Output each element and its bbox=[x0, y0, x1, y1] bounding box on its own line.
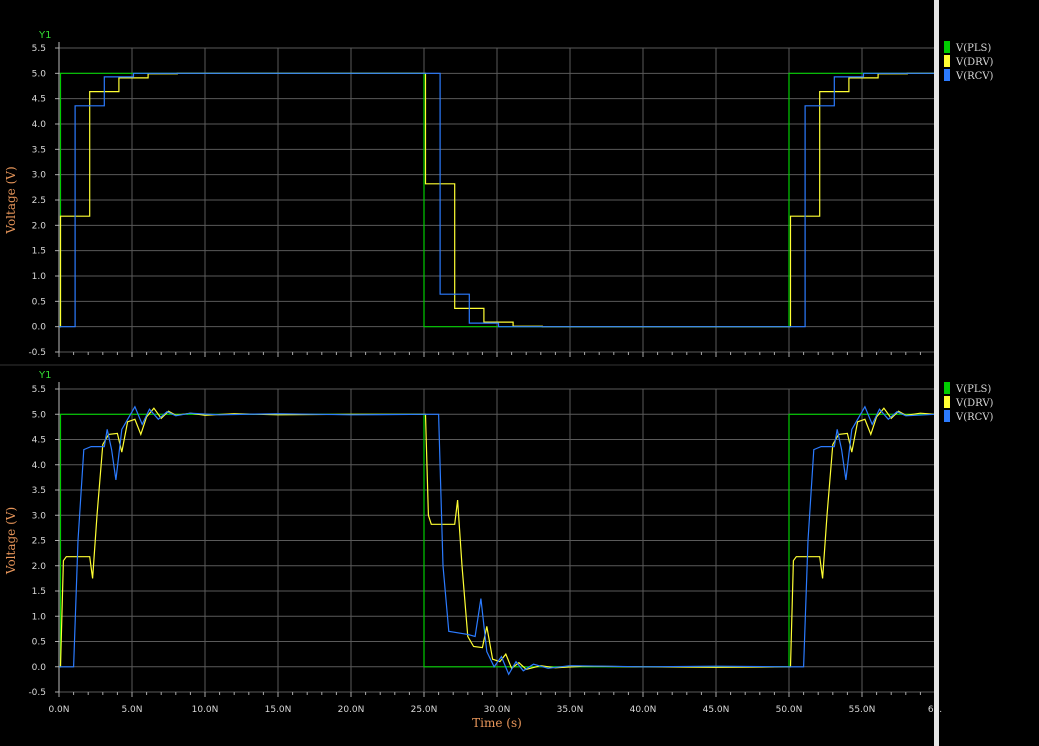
legend-label: V(RCV) bbox=[955, 71, 994, 82]
x-tick-label: 50.0N bbox=[776, 705, 803, 715]
y-tick-label: 2.5 bbox=[32, 537, 46, 547]
y-tick-label: -0.5 bbox=[28, 348, 46, 358]
y-tick-label: 4.5 bbox=[32, 95, 46, 105]
plot-panel-2: 5.5 5.0 4.5 4.0 3.5 3.0 2.5 2.0 1.5 1.0 0.5 0.0 -0.5… bbox=[4, 370, 994, 730]
y-tick-label: 4.0 bbox=[32, 120, 47, 130]
x-tick-label: 20.0N bbox=[338, 705, 365, 715]
right-divider[interactable] bbox=[934, 0, 939, 746]
x-tick-label: 10.0N bbox=[192, 705, 219, 715]
y-tick-label: 4.5 bbox=[32, 436, 46, 446]
legend-label: V(RCV) bbox=[955, 412, 994, 423]
y-axis-label: Voltage (V) bbox=[4, 507, 18, 575]
legend-swatch bbox=[944, 410, 950, 422]
y-tick-label: -0.5 bbox=[28, 688, 46, 698]
y-tick-label: 1.5 bbox=[32, 247, 46, 257]
y-tick-label: 0.5 bbox=[32, 297, 46, 307]
legend-label: V(DRV) bbox=[955, 57, 994, 68]
y-tick-label: 5.0 bbox=[32, 410, 47, 420]
y-tick-label: 2.0 bbox=[32, 562, 47, 572]
waveform-viewer: 5.5 5.0 4.5 4.0 3.5 3.0 2.5 2.0 1.5 1.0 0.5 0.0 -0.5… bbox=[0, 30, 994, 730]
y-tick-label: 2.5 bbox=[32, 196, 46, 206]
y-axis-label: Voltage (V) bbox=[4, 166, 18, 234]
y-tick-label: 3.0 bbox=[32, 171, 47, 181]
x-tick-label: 25.0N bbox=[411, 705, 438, 715]
legend-label: V(PLS) bbox=[955, 43, 991, 54]
legend-swatch bbox=[944, 55, 950, 67]
y-tick-label: 2.0 bbox=[32, 221, 47, 231]
x-tick-label: 0.0N bbox=[48, 705, 69, 715]
x-tick-label: 35.0N bbox=[557, 705, 584, 715]
y-tick-label: 3.5 bbox=[32, 145, 46, 155]
legend-swatch bbox=[944, 382, 950, 394]
plot-panel-1: 5.5 5.0 4.5 4.0 3.5 3.0 2.5 2.0 1.5 1.0 0.5 0.0 -0.5… bbox=[4, 30, 994, 358]
x-tick-label: 45.0N bbox=[703, 705, 730, 715]
y-tick-label: 3.0 bbox=[32, 511, 47, 521]
x-tick-label: 55.0N bbox=[849, 705, 876, 715]
y-tick-label: 4.0 bbox=[32, 461, 47, 471]
y-tick-label: 0.0 bbox=[32, 323, 47, 333]
y-tick-label: 0.0 bbox=[32, 663, 47, 673]
y-tick-label: 1.5 bbox=[32, 587, 46, 597]
x-axis-label: Time (s) bbox=[472, 716, 522, 730]
x-tick-label: 40.0N bbox=[630, 705, 657, 715]
legend-label: V(DRV) bbox=[955, 398, 994, 409]
y-tick-label: 5.5 bbox=[32, 44, 46, 54]
x-tick-label: 15.0N bbox=[265, 705, 292, 715]
legend-swatch bbox=[944, 69, 950, 81]
y-tick-label: 1.0 bbox=[32, 612, 47, 622]
y-tick-label: 0.5 bbox=[32, 638, 46, 648]
x-tick-label: 30.0N bbox=[484, 705, 511, 715]
legend-swatch bbox=[944, 41, 950, 53]
legend-label: V(PLS) bbox=[955, 384, 991, 395]
y-tick-label: 3.5 bbox=[32, 486, 46, 496]
y-tick-label: 1.0 bbox=[32, 272, 47, 282]
y-axis-name: Y1 bbox=[38, 370, 51, 381]
x-tick-label: 5.0N bbox=[121, 705, 142, 715]
y-tick-label: 5.5 bbox=[32, 385, 46, 395]
legend-swatch bbox=[944, 396, 950, 408]
y-axis-name: Y1 bbox=[38, 30, 51, 41]
y-tick-label: 5.0 bbox=[32, 69, 47, 79]
